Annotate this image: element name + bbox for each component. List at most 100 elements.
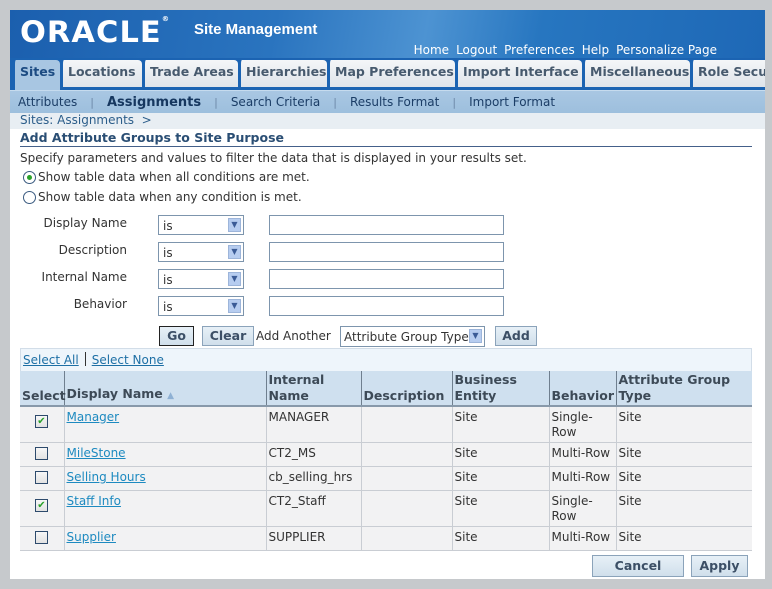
group-type-cell: Site [615,442,752,467]
operator-select[interactable]: is ▼ [158,269,244,289]
preferences-link[interactable]: Preferences [504,43,575,57]
subtab-search-criteria[interactable]: Search Criteria [231,95,320,109]
sort-ascending-icon[interactable]: ▲ [167,391,174,401]
group-type-cell: Site [615,526,752,551]
filter-row-description: Description is ▼ [10,241,530,263]
cancel-button[interactable]: Cancel [592,555,684,577]
select-cell [20,526,64,551]
radio-label: Show table data when any condition is me… [38,190,302,204]
apply-button[interactable]: Apply [691,555,748,577]
select-cell [20,406,64,443]
column-header-behavior: Behavior [548,371,616,407]
tab-role-security[interactable]: Role Secu [690,60,765,87]
subtab-import-format[interactable]: Import Format [469,95,555,109]
go-button[interactable]: Go [159,326,194,346]
column-header-select: Select [20,371,66,407]
radio-label: Show table data when all conditions are … [38,170,310,184]
operator-select[interactable]: is ▼ [158,215,244,235]
select-cell [20,490,64,527]
tab-hierarchies[interactable]: Hierarchies [238,60,327,87]
tab-trade-areas[interactable]: Trade Areas [142,60,238,87]
header-banner: ORACLE® Site Management Home Logout Pref… [10,10,765,60]
tab-sites[interactable]: Sites [12,60,60,90]
display-name-cell: Manager [63,406,266,443]
row-checkbox[interactable] [35,471,49,484]
add-another-select[interactable]: Attribute Group Type ▼ [340,326,485,347]
tab-import-interface[interactable]: Import Interface [455,60,582,87]
main-tabs: Sites Locations Trade Areas Hierarchies … [10,58,765,90]
selection-bar: Select All Select None [20,348,752,371]
filter-label: Internal Name [41,270,127,284]
behavior-cell: Multi-Row [548,442,616,467]
behavior-value-input[interactable] [269,296,504,316]
display-name-cell: Supplier [63,526,266,551]
behavior-cell: Multi-Row [548,466,616,491]
tab-map-preferences[interactable]: Map Preferences [327,60,455,87]
chevron-down-icon[interactable]: ▼ [469,329,482,343]
description-cell [360,406,452,443]
breadcrumb-link[interactable]: Sites: Assignments > [20,113,152,127]
display-name-cell: MileStone [63,442,266,467]
select-all-link[interactable]: Select All [23,353,79,367]
chevron-down-icon[interactable]: ▼ [228,245,241,259]
table-header-row: Select Display Name ▲ Internal Name Desc… [20,371,752,407]
row-checkbox[interactable] [35,414,49,429]
radio-button[interactable] [23,190,36,204]
logout-link[interactable]: Logout [456,43,497,57]
results-table-region: Select All Select None Select Display Nam… [20,348,752,551]
row-checkbox[interactable] [35,531,49,544]
chevron-down-icon[interactable]: ▼ [228,218,241,232]
display-name-link[interactable]: Manager [67,410,120,424]
subtab-assignments[interactable]: Assignments [107,95,201,110]
subnav-separator: | [214,95,218,109]
row-checkbox[interactable] [35,498,49,513]
column-header-display-name[interactable]: Display Name ▲ [63,371,266,407]
chevron-down-icon[interactable]: ▼ [228,272,241,286]
home-link[interactable]: Home [414,43,449,57]
table-row: MileStone CT2_MS Site Multi-Row Site [20,442,752,467]
tab-miscellaneous[interactable]: Miscellaneous [582,60,690,87]
app-title: Site Management [194,21,318,38]
description-cell [360,442,452,467]
internal-name-cell: CT2_MS [265,442,361,467]
business-entity-cell: Site [451,490,549,527]
display-name-link[interactable]: MileStone [67,446,126,460]
match-any-option[interactable]: Show table data when any condition is me… [23,190,302,204]
help-link[interactable]: Help [582,43,609,57]
subtab-results-format[interactable]: Results Format [350,95,439,109]
description-cell [360,526,452,551]
sub-navigation: Attributes | Assignments | Search Criter… [10,90,765,113]
column-header-label: Display Name [66,386,163,401]
description-value-input[interactable] [269,242,504,262]
operator-select[interactable]: is ▼ [158,242,244,262]
behavior-cell: Single-Row [548,406,616,443]
display-name-link[interactable]: Staff Info [67,494,121,508]
description-cell [360,490,452,527]
row-checkbox[interactable] [35,447,49,460]
breadcrumb[interactable]: Sites: Assignments > [10,113,765,129]
display-name-value-input[interactable] [269,215,504,235]
radio-button-selected[interactable] [23,170,36,184]
divider [84,352,86,366]
internal-name-value-input[interactable] [269,269,504,289]
filter-label: Display Name [43,216,127,230]
display-name-link[interactable]: Selling Hours [67,470,146,484]
operator-value: is [163,219,173,233]
filter-row-display-name: Display Name is ▼ [10,214,530,236]
match-all-option[interactable]: Show table data when all conditions are … [23,170,310,184]
chevron-down-icon[interactable]: ▼ [228,299,241,313]
personalize-page-link[interactable]: Personalize Page [616,43,717,57]
tab-locations[interactable]: Locations [60,60,142,87]
operator-select[interactable]: is ▼ [158,296,244,316]
select-none-link[interactable]: Select None [92,353,164,367]
internal-name-cell: MANAGER [265,406,361,443]
business-entity-cell: Site [451,406,549,443]
filter-label: Description [58,243,127,257]
internal-name-cell: CT2_Staff [265,490,361,527]
display-name-link[interactable]: Supplier [67,530,116,544]
clear-button[interactable]: Clear [202,326,254,346]
subtab-attributes[interactable]: Attributes [18,95,77,109]
select-cell [20,442,64,467]
business-entity-cell: Site [451,526,549,551]
add-button[interactable]: Add [495,326,537,346]
